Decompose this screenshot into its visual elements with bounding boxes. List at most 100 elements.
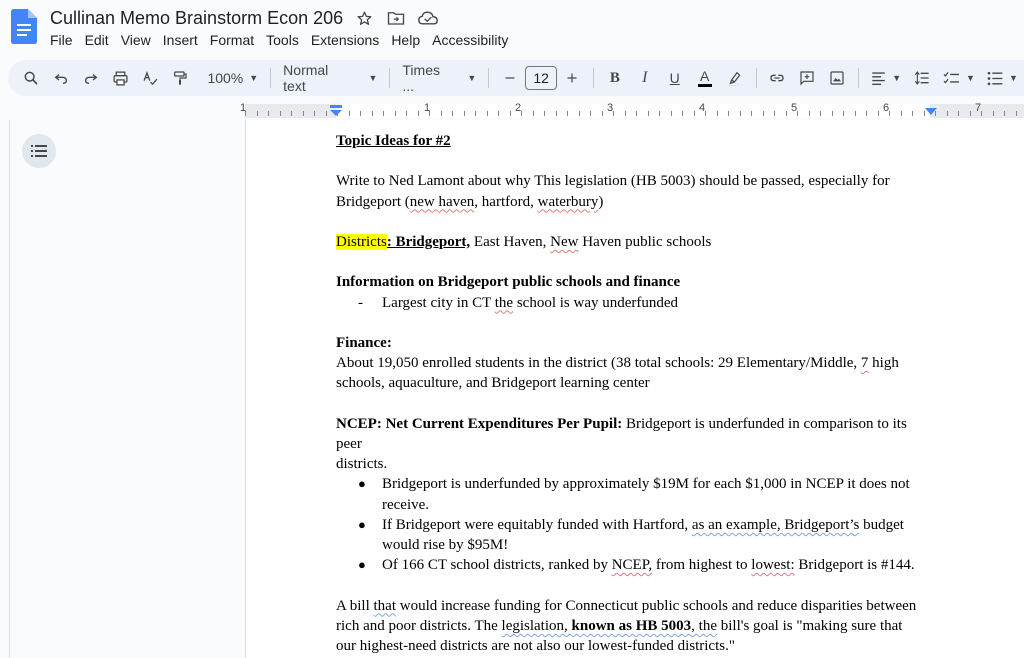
- chevron-down-icon: ▼: [249, 73, 259, 83]
- toolbar-divider: [755, 68, 757, 88]
- grammar-suggestion[interactable]: legislation,: [502, 618, 572, 634]
- star-icon[interactable]: [353, 7, 375, 29]
- chevron-down-icon: ▼: [1008, 73, 1018, 83]
- menu-file[interactable]: File: [44, 30, 79, 50]
- toolbar-divider: [592, 68, 594, 88]
- ruler-tick: [740, 111, 741, 116]
- undo-icon[interactable]: [46, 64, 76, 92]
- ruler-tick: [567, 111, 568, 116]
- spelling-error-new-haven[interactable]: new haven: [410, 194, 475, 210]
- menu-format[interactable]: Format: [204, 30, 260, 50]
- paint-format-icon[interactable]: [166, 64, 196, 92]
- ruler-tick: [590, 111, 591, 116]
- menu-tools[interactable]: Tools: [260, 30, 305, 50]
- districts-line: Districts: Bridgeport, East Haven, New H…: [336, 232, 931, 252]
- document-outline-button[interactable]: [22, 134, 56, 168]
- highlighted-districts-label: Districts: [336, 233, 387, 250]
- font-size-input[interactable]: 12: [525, 66, 558, 90]
- ruler-tick: [245, 111, 246, 116]
- menu-extensions[interactable]: Extensions: [305, 30, 385, 50]
- add-comment-icon[interactable]: [792, 64, 822, 92]
- align-dropdown[interactable]: ▼: [865, 64, 907, 92]
- ruler-tick: [855, 111, 856, 116]
- bold-button[interactable]: B: [600, 64, 630, 92]
- dash-marker: -: [358, 294, 363, 311]
- print-icon[interactable]: [106, 64, 136, 92]
- move-folder-icon[interactable]: [385, 7, 407, 29]
- bulleted-list-dropdown[interactable]: ▼: [981, 64, 1024, 92]
- text-run[interactable]: , the: [691, 618, 717, 634]
- chevron-down-icon: ▼: [892, 73, 902, 83]
- ruler-tick: [751, 111, 752, 116]
- line-spacing-icon[interactable]: [907, 64, 937, 92]
- chevron-down-icon: ▼: [467, 73, 477, 83]
- text-color-icon: A: [699, 67, 710, 84]
- menu-help[interactable]: Help: [385, 30, 426, 50]
- ruler-tick: [452, 111, 453, 116]
- spelling-error-waterbury[interactable]: waterbury: [538, 194, 599, 210]
- italic-button[interactable]: I: [630, 64, 660, 92]
- spelling-error-the[interactable]: the: [495, 295, 513, 311]
- document-title[interactable]: Cullinan Memo Brainstorm Econ 206: [50, 8, 343, 29]
- chevron-down-icon: ▼: [966, 73, 975, 83]
- ruler-tick: [475, 111, 476, 116]
- spelling-error-new[interactable]: New: [550, 234, 578, 250]
- info-heading: Information on Bridgeport public schools…: [336, 274, 681, 291]
- ruler-tick: [648, 111, 649, 116]
- increase-font-size-icon[interactable]: [557, 64, 587, 92]
- ruler-tick: [728, 111, 729, 116]
- menu-accessibility[interactable]: Accessibility: [426, 30, 514, 50]
- menu-view[interactable]: View: [115, 30, 157, 50]
- insert-image-icon[interactable]: [822, 64, 852, 92]
- font-family-value: Times ...: [402, 62, 440, 94]
- text-color-button[interactable]: A: [690, 64, 720, 92]
- zoom-dropdown[interactable]: 100% ▼: [201, 64, 264, 92]
- menu-edit[interactable]: Edit: [79, 30, 115, 50]
- paragraph-style-dropdown[interactable]: Normal text ▼: [277, 62, 383, 94]
- cloud-saved-icon[interactable]: [417, 7, 439, 29]
- redo-icon[interactable]: [76, 64, 106, 92]
- text-run: peer: [336, 435, 362, 452]
- spelling-error-lowest[interactable]: lowest:: [751, 557, 794, 573]
- bullet-text: If Bridgeport were equitably funded with…: [382, 515, 931, 555]
- list-item: ● Of 166 CT school districts, ranked by …: [336, 555, 931, 575]
- font-family-dropdown[interactable]: Times ... ▼: [396, 62, 482, 94]
- checklist-dropdown[interactable]: ▼: [937, 64, 981, 92]
- ruler-tick: [464, 111, 465, 116]
- ruler-tick: [441, 111, 442, 116]
- hb-5003-bold[interactable]: known as HB 5003: [572, 618, 692, 634]
- ruler-tick: [901, 111, 902, 116]
- text-run: our highest-need districts are not also …: [336, 637, 735, 654]
- search-icon[interactable]: [16, 64, 46, 92]
- ruler-tick: [544, 111, 545, 116]
- ruler-tick: [498, 111, 499, 116]
- ruler-tick: [303, 111, 304, 116]
- decrease-font-size-icon[interactable]: [495, 64, 525, 92]
- insert-link-icon[interactable]: [763, 64, 793, 92]
- grammar-suggestion[interactable]: that: [374, 598, 397, 614]
- text-color-swatch: [697, 83, 712, 87]
- underline-button[interactable]: U: [660, 64, 690, 92]
- text-run: would increase funding for Connecticut p…: [396, 597, 917, 614]
- horizontal-ruler[interactable]: 1 1 2 3 4 5 6 7: [0, 100, 1024, 120]
- text-run: Haven public schools: [578, 233, 712, 250]
- text-run: Bridgeport is underfunded in comparison …: [622, 415, 907, 432]
- text-run: bill's goal is "making sure that: [716, 617, 903, 634]
- left-indent-marker-icon[interactable]: [329, 105, 343, 117]
- ruler-tick: [556, 111, 557, 116]
- document-body[interactable]: Topic Ideas for #2 Write to Ned Lamont a…: [336, 131, 931, 656]
- text-run: About 19,050 enrolled students in the di…: [336, 355, 861, 372]
- grammar-suggestion[interactable]: as an example, Bridgeport’s: [692, 517, 859, 533]
- highlight-color-icon[interactable]: [720, 64, 750, 92]
- spelling-error-ncep[interactable]: NCEP,: [612, 557, 652, 573]
- list-item: ● Bridgeport is underfunded by approxima…: [336, 474, 931, 514]
- ruler-tick: [947, 111, 948, 116]
- google-docs-logo-icon[interactable]: [11, 9, 37, 44]
- intro-line-1: Write to Ned Lamont about why This legis…: [336, 173, 890, 190]
- ruler-tick: [694, 111, 695, 116]
- bullet-marker: ●: [358, 557, 366, 573]
- spellcheck-icon[interactable]: [136, 64, 166, 92]
- bold-icon: B: [609, 69, 620, 86]
- menu-insert[interactable]: Insert: [157, 30, 204, 50]
